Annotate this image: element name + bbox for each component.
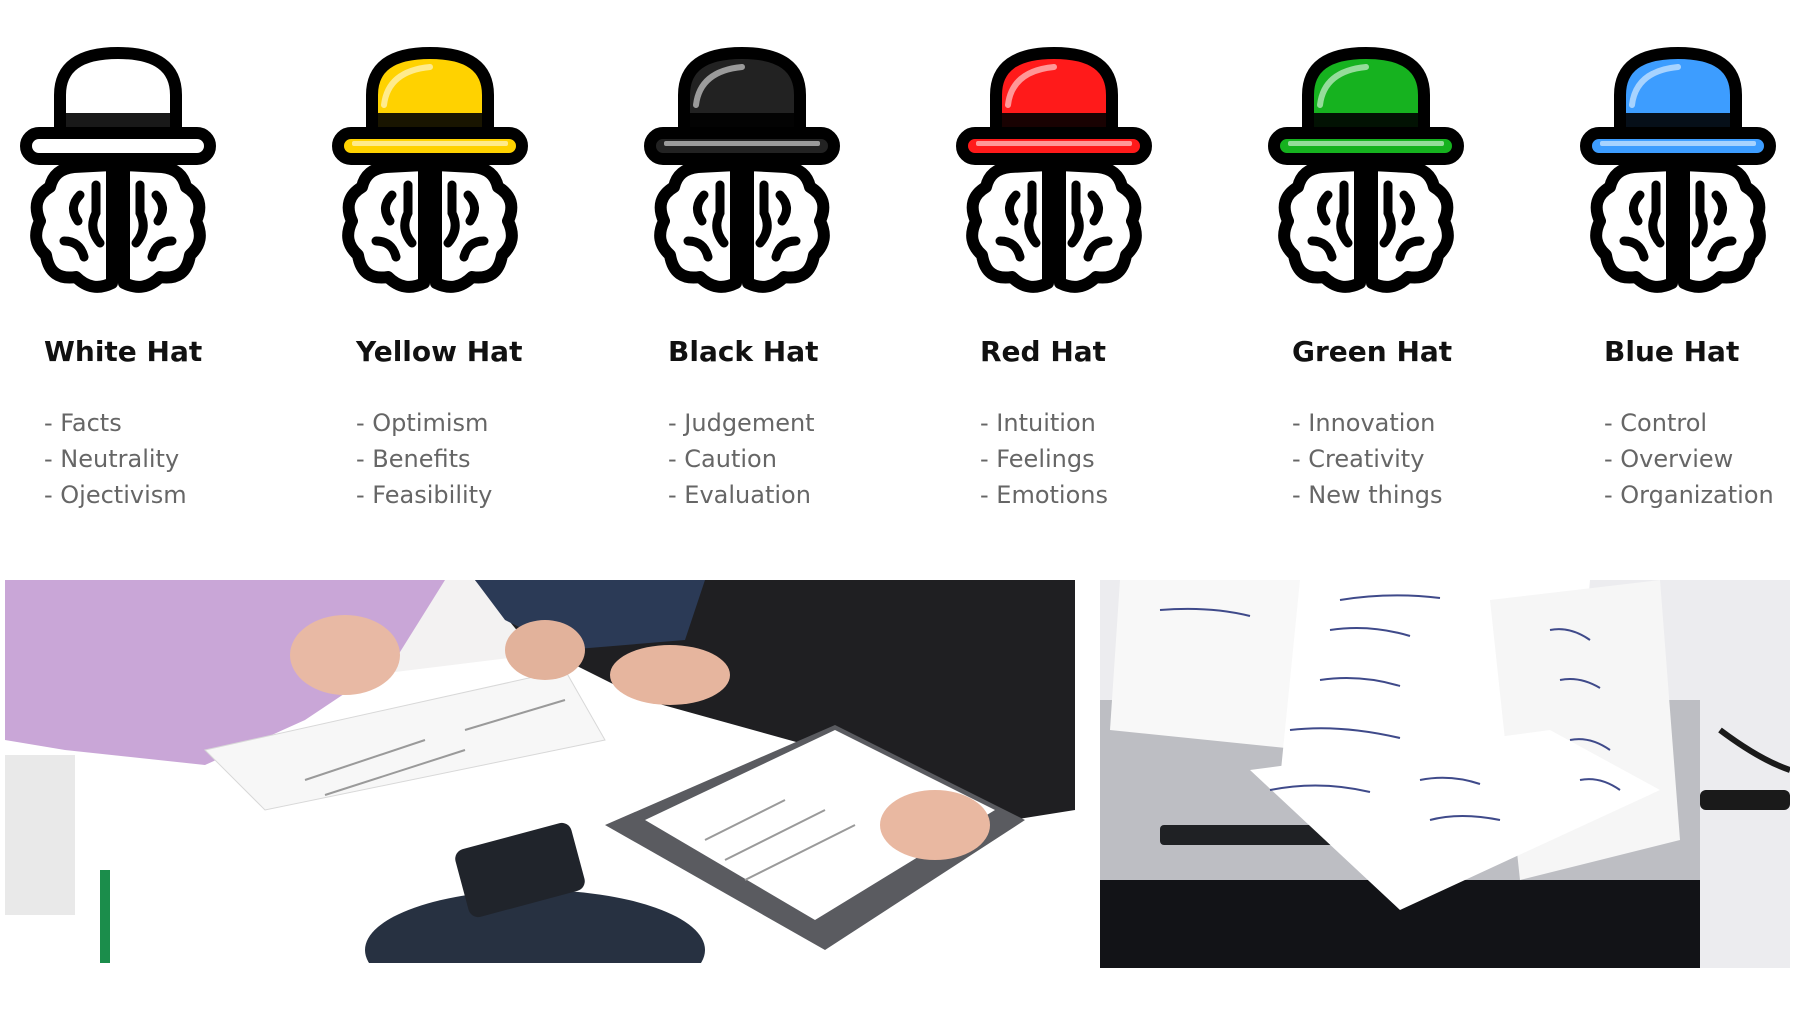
hat-traits-list: - Innovation - Creativity - New things — [1292, 405, 1443, 513]
green-hat-brain-icon — [1268, 45, 1464, 297]
hat-title: Red Hat — [980, 335, 1107, 368]
hat-trait: - Overview — [1604, 445, 1734, 473]
hat-traits-list: - Judgement - Caution - Evaluation — [668, 405, 815, 513]
hat-trait: - New things — [1292, 481, 1443, 509]
hat-trait: - Benefits — [356, 445, 471, 473]
white-hat-brain-icon — [20, 45, 216, 297]
hat-trait: - Evaluation — [668, 481, 811, 509]
hat-trait: - Neutrality — [44, 445, 180, 473]
hat-trait: - Feasibility — [356, 481, 493, 509]
hat-trait: - Facts — [44, 409, 122, 437]
hats-row: White Hat - Facts - Neutrality - Ojectiv… — [20, 45, 1780, 525]
hat-title: Green Hat — [1292, 335, 1453, 368]
hat-traits-list: - Intuition - Feelings - Emotions — [980, 405, 1108, 513]
hat-trait: - Caution — [668, 445, 777, 473]
hat-traits-list: - Optimism - Benefits - Feasibility — [356, 405, 492, 513]
hat-trait: - Judgement — [668, 409, 815, 437]
sticky-notes-laptop-photo — [1100, 580, 1790, 968]
hat-trait: - Ojectivism — [44, 481, 187, 509]
hat-trait: - Optimism — [356, 409, 489, 437]
workshop-table-photo — [5, 580, 1075, 963]
hat-trait: - Control — [1604, 409, 1708, 437]
hat-trait: - Innovation — [1292, 409, 1436, 437]
hat-trait: - Feelings — [980, 445, 1095, 473]
black-hat-brain-icon — [644, 45, 840, 297]
hat-traits-list: - Control - Overview - Organization — [1604, 405, 1774, 513]
hat-trait: - Emotions — [980, 481, 1108, 509]
hat-title: Blue Hat — [1604, 335, 1740, 368]
hat-trait: - Organization — [1604, 481, 1774, 509]
hat-title: White Hat — [44, 335, 203, 368]
hat-title: Black Hat — [668, 335, 819, 368]
notes-laptop-illustration — [1100, 580, 1790, 968]
yellow-hat-brain-icon — [332, 45, 528, 297]
blue-hat-brain-icon — [1580, 45, 1776, 297]
workshop-table-illustration — [5, 580, 1075, 963]
hat-trait: - Creativity — [1292, 445, 1425, 473]
hat-trait: - Intuition — [980, 409, 1096, 437]
six-thinking-hats-page: White Hat - Facts - Neutrality - Ojectiv… — [0, 0, 1795, 1035]
red-hat-brain-icon — [956, 45, 1152, 297]
hat-traits-list: - Facts - Neutrality - Ojectivism — [44, 405, 187, 513]
hat-title: Yellow Hat — [356, 335, 523, 368]
